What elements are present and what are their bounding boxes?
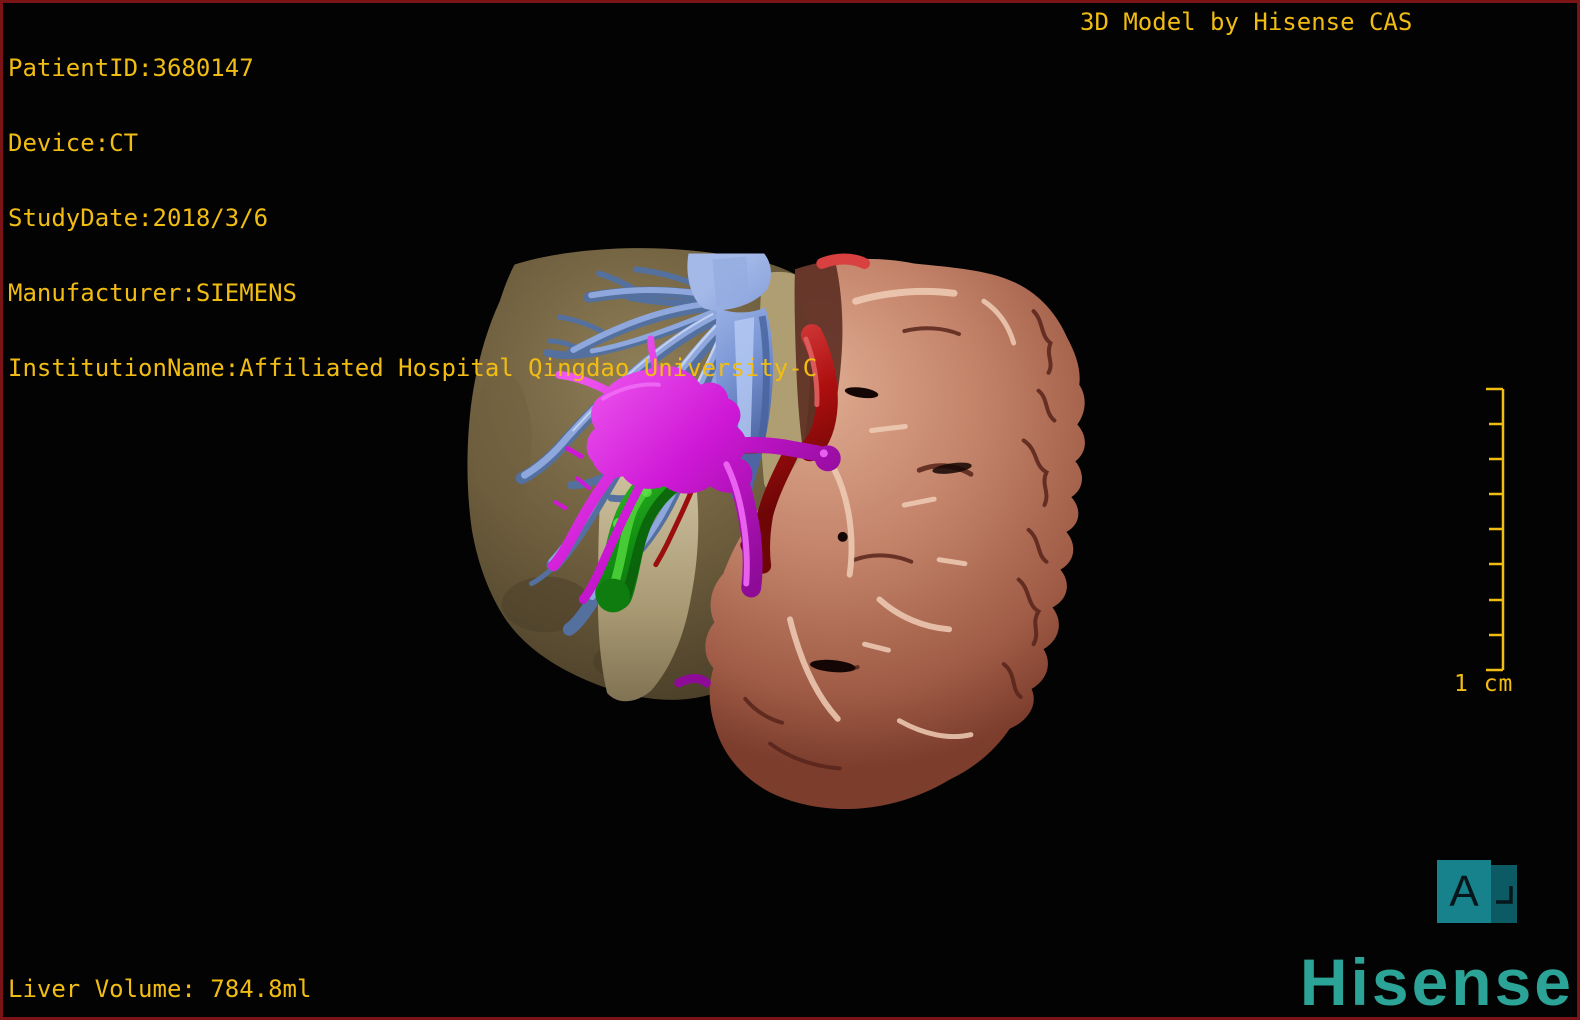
liver-volume-label: Liver Volume: 784.8ml bbox=[8, 975, 312, 1003]
orientation-cube-side bbox=[1491, 865, 1517, 923]
study-date-line: StudyDate:2018/3/6 bbox=[8, 204, 269, 232]
orientation-cube-front: A bbox=[1437, 860, 1491, 923]
orientation-letter: A bbox=[1449, 866, 1479, 916]
device-line: Device:CT bbox=[8, 129, 139, 157]
viewer-screen: PatientID:3680147 Device:CT StudyDate:20… bbox=[0, 0, 1580, 1020]
watermark-title: 3D Model by Hisense CAS bbox=[1080, 8, 1413, 36]
manufacturer-line: Manufacturer:SIEMENS bbox=[8, 279, 297, 307]
corner-glyph-icon bbox=[1496, 886, 1513, 904]
orientation-cube[interactable]: A bbox=[1437, 860, 1519, 924]
patient-id-line: PatientID:3680147 bbox=[8, 54, 254, 82]
scale-bar-ruler bbox=[1486, 387, 1505, 672]
scale-label: 1 cm bbox=[1454, 671, 1514, 697]
institution-line: InstitutionName:Affiliated Hospital Qing… bbox=[8, 354, 818, 382]
scale-bar bbox=[1486, 387, 1505, 672]
hisense-logo: Hisense bbox=[1299, 945, 1574, 1019]
patient-info-overlay: PatientID:3680147 Device:CT StudyDate:20… bbox=[8, 6, 817, 431]
